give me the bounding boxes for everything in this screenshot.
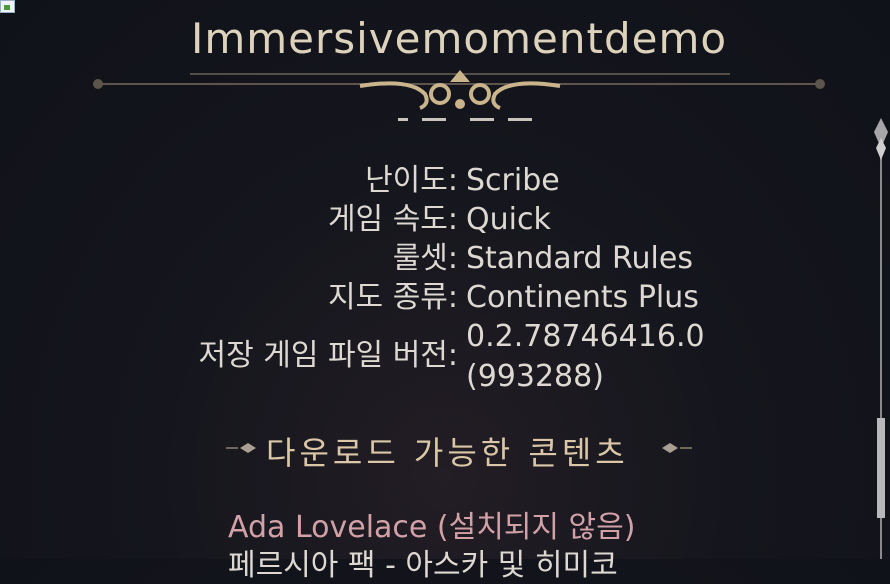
page-title: Immersivemomentdemo xyxy=(190,14,728,63)
scrollbar-thumb xyxy=(877,418,885,518)
detail-value: 0.2.78746416.0 xyxy=(466,319,705,354)
detail-label: 지도 종류: xyxy=(327,280,458,315)
detail-label: 저장 게임 파일 버전: xyxy=(198,338,458,373)
title-ornament xyxy=(93,70,825,110)
dlc-item-persia-pack: 페르시아 팩 - 아스카 및 히미코 xyxy=(228,548,618,583)
detail-label: 난이도: xyxy=(365,163,458,198)
diamond-ornament-icon xyxy=(226,443,256,453)
broken-image-icon xyxy=(0,0,15,13)
detail-value: Continents Plus xyxy=(466,280,699,315)
detail-value-continued: (993288) xyxy=(466,359,604,394)
detail-value: Scribe xyxy=(466,163,560,198)
faded-divider xyxy=(398,118,538,122)
diamond-ornament-icon xyxy=(662,443,692,453)
scrollbar[interactable] xyxy=(868,118,890,559)
dlc-section-title: 다운로드 가능한 콘텐츠 xyxy=(266,434,629,472)
dlc-section-header: 다운로드 가능한 콘텐츠 xyxy=(222,428,692,472)
detail-value: Quick xyxy=(466,202,551,237)
detail-label: 룰셋: xyxy=(392,241,458,276)
detail-label: 게임 속도: xyxy=(327,202,458,237)
detail-value: Standard Rules xyxy=(466,241,693,276)
